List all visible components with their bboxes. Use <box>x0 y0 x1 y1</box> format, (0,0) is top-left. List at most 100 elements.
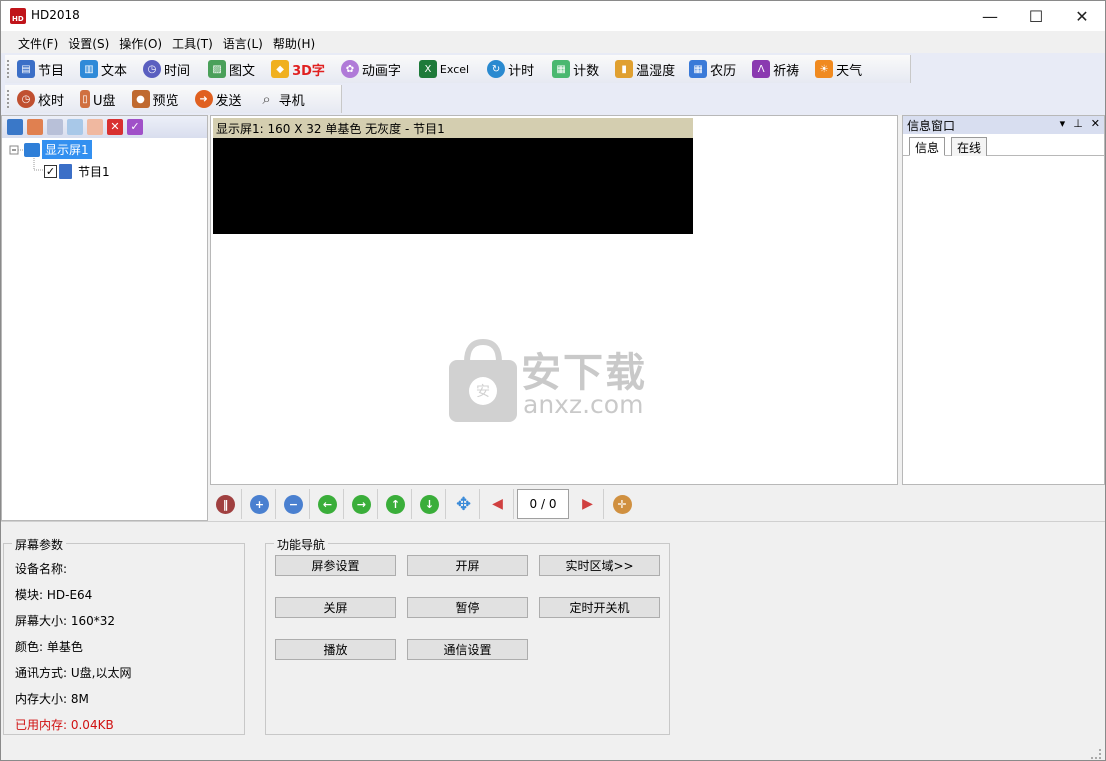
check-icon[interactable]: ✓ <box>127 119 143 135</box>
add-program-icon[interactable] <box>27 119 43 135</box>
toolbar-grip[interactable] <box>7 60 9 78</box>
move-left-button[interactable]: ← <box>312 489 344 519</box>
toolbar-usb-button[interactable]: ▯ U盘 <box>76 87 122 111</box>
toolbar-excel-button[interactable]: X Excel <box>415 57 475 81</box>
tab-info[interactable]: 信息 <box>909 137 946 156</box>
zoom-out-button[interactable]: − <box>278 489 310 519</box>
calendar-icon: ▦ <box>689 60 708 78</box>
app-logo-icon: HD <box>10 8 26 24</box>
shopping-bag-icon: 安 <box>449 338 517 422</box>
toolbar-preview-button[interactable]: ● 预览 <box>128 87 185 111</box>
toolbar-picture-text-button[interactable]: ▨ 图文 <box>204 57 261 81</box>
menu-operation[interactable]: 操作(O) <box>114 31 167 53</box>
add-screen-icon[interactable] <box>7 119 23 135</box>
screen-settings-button[interactable]: 屏参设置 <box>275 555 396 576</box>
menu-bar: 文件(F) 设置(S) 操作(O) 工具(T) 语言(L) 帮助(H) <box>1 31 1105 53</box>
move-down-button[interactable]: ↓ <box>414 489 446 519</box>
toolbar-sync-time-button[interactable]: ◷ 校时 <box>13 87 70 111</box>
toolbar-time-button[interactable]: ◷ 时间 <box>139 57 196 81</box>
menu-settings[interactable]: 设置(S) <box>63 31 114 53</box>
copy-icon[interactable] <box>47 119 63 135</box>
panel-close-icon[interactable]: ✕ <box>1091 117 1100 130</box>
menu-file[interactable]: 文件(F) <box>13 31 63 53</box>
close-button[interactable]: ✕ <box>1059 1 1105 31</box>
param-device-name: 设备名称: <box>15 562 68 576</box>
toolbar-send-button[interactable]: ➜ 发送 <box>191 87 248 111</box>
delete-icon[interactable]: ✕ <box>107 119 123 135</box>
main-toolbar: ▤ 节目 ▥ 文本 ◷ 时间 ▨ 图文 ◆ 3D字 ✿ 动画字 X Excel ↻ 计时 ▦ 计数… <box>5 55 911 83</box>
menu-tools[interactable]: 工具(T) <box>167 31 218 53</box>
tab-online[interactable]: 在线 <box>951 137 988 156</box>
program-icon: ▤ <box>17 60 35 78</box>
aim-button[interactable]: ✛ <box>606 489 638 519</box>
toolbar-search-device-button[interactable]: ⌕ 寻机 <box>254 87 311 111</box>
resize-grip-icon[interactable] <box>1091 749 1101 759</box>
pray-icon: Λ <box>752 60 771 78</box>
menu-language[interactable]: 语言(L) <box>218 31 268 53</box>
cube-icon: ◆ <box>271 60 290 78</box>
scheduled-power-button[interactable]: 定时开关机 <box>539 597 660 618</box>
info-window-panel: 信息窗口 ▾ ⊥ ✕ 信息 在线 <box>902 115 1105 485</box>
panel-dropdown-icon[interactable]: ▾ <box>1060 117 1066 130</box>
tree-screen-label: 显示屏1 <box>42 140 92 159</box>
picture-icon: ▨ <box>208 60 227 78</box>
realtime-area-button[interactable]: 实时区域>> <box>539 555 660 576</box>
toolbar-counter-button[interactable]: ▦ 计数 <box>548 57 605 81</box>
monitor-icon <box>24 142 40 157</box>
toolbar-text-button[interactable]: ▥ 文本 <box>76 57 133 81</box>
move-right-button[interactable]: → <box>346 489 378 519</box>
pause-icon: ‖ <box>216 494 235 514</box>
led-screen-display[interactable] <box>213 138 693 234</box>
panel-pin-icon[interactable]: ⊥ <box>1073 117 1083 130</box>
page-indicator: 0 / 0 <box>517 489 569 519</box>
info-window-title: 信息窗口 <box>907 119 956 133</box>
toolbar-pray-button[interactable]: Λ 祈祷 <box>748 57 805 81</box>
book-icon: ▥ <box>80 60 99 78</box>
move-up-icon[interactable] <box>67 119 83 135</box>
screen-off-button[interactable]: 关屏 <box>275 597 396 618</box>
screen-on-button[interactable]: 开屏 <box>407 555 528 576</box>
sync-clock-icon: ◷ <box>17 90 35 108</box>
toolbar-temperature-button[interactable]: ▮ 温湿度 <box>611 57 681 81</box>
param-memory-size: 内存大小: 8M <box>15 692 89 706</box>
move-cross-icon: ✥ <box>455 493 472 515</box>
usb-icon: ▯ <box>80 90 91 108</box>
communication-settings-button[interactable]: 通信设置 <box>407 639 528 660</box>
flower-icon: ✿ <box>340 60 359 78</box>
toolbar-grip[interactable] <box>7 90 9 108</box>
menu-help[interactable]: 帮助(H) <box>268 31 320 53</box>
svg-text:安: 安 <box>476 384 490 400</box>
clock-icon: ◷ <box>143 60 162 78</box>
pause-button[interactable]: ‖ <box>210 489 242 519</box>
toolbar-lunar-calendar-button[interactable]: ▦ 农历 <box>685 57 742 81</box>
toolbar-timer-button[interactable]: ↻ 计时 <box>483 57 540 81</box>
arrow-up-icon: ↑ <box>386 494 405 514</box>
pause-playback-button[interactable]: 暂停 <box>407 597 528 618</box>
toolbar-3d-text-button[interactable]: ◆ 3D字 <box>267 57 331 81</box>
canvas-nav-toolbar: ‖ + − ← → ↑ ↓ ✥ ◀ 0 / 0 ▶ ✛ <box>210 487 1105 520</box>
magnifier-icon: ⌕ <box>262 90 271 108</box>
toolbar-weather-button[interactable]: ☀ 天气 <box>811 57 868 81</box>
param-used-memory: 已用内存: 0.04KB <box>15 718 114 732</box>
tree-node-screen[interactable]: 显示屏1 <box>24 140 92 159</box>
param-module: 模块: HD-E64 <box>15 588 93 602</box>
previous-page-button[interactable]: ◀ <box>482 489 514 519</box>
program-checkbox[interactable]: ✓ <box>44 165 57 178</box>
move-down-icon[interactable] <box>87 119 103 135</box>
tree-toolbar: ✕ ✓ <box>2 116 207 138</box>
toolbar-animation-text-button[interactable]: ✿ 动画字 <box>337 57 407 81</box>
next-page-button[interactable]: ▶ <box>572 489 604 519</box>
toolbar-program-button[interactable]: ▤ 节目 <box>13 57 70 81</box>
param-color: 颜色: 单基色 <box>15 640 83 654</box>
screen-canvas[interactable]: 显示屏1: 160 X 32 单基色 无灰度 - 节目1 安 安下载 anxz.… <box>210 115 898 485</box>
play-button[interactable]: 播放 <box>275 639 396 660</box>
tree-node-program[interactable]: ✓ 节目1 <box>44 163 110 180</box>
info-window-header: 信息窗口 ▾ ⊥ ✕ <box>903 116 1104 134</box>
screen-params-group: 屏幕参数 设备名称: 模块: HD-E64 屏幕大小: 160*32 颜色: 单… <box>3 536 245 735</box>
minimize-button[interactable]: — <box>967 1 1013 31</box>
arrow-right-icon: → <box>352 494 371 514</box>
move-up-button[interactable]: ↑ <box>380 489 412 519</box>
zoom-in-button[interactable]: + <box>244 489 276 519</box>
maximize-button[interactable]: ☐ <box>1013 1 1059 31</box>
fit-center-button[interactable]: ✥ <box>448 489 480 519</box>
